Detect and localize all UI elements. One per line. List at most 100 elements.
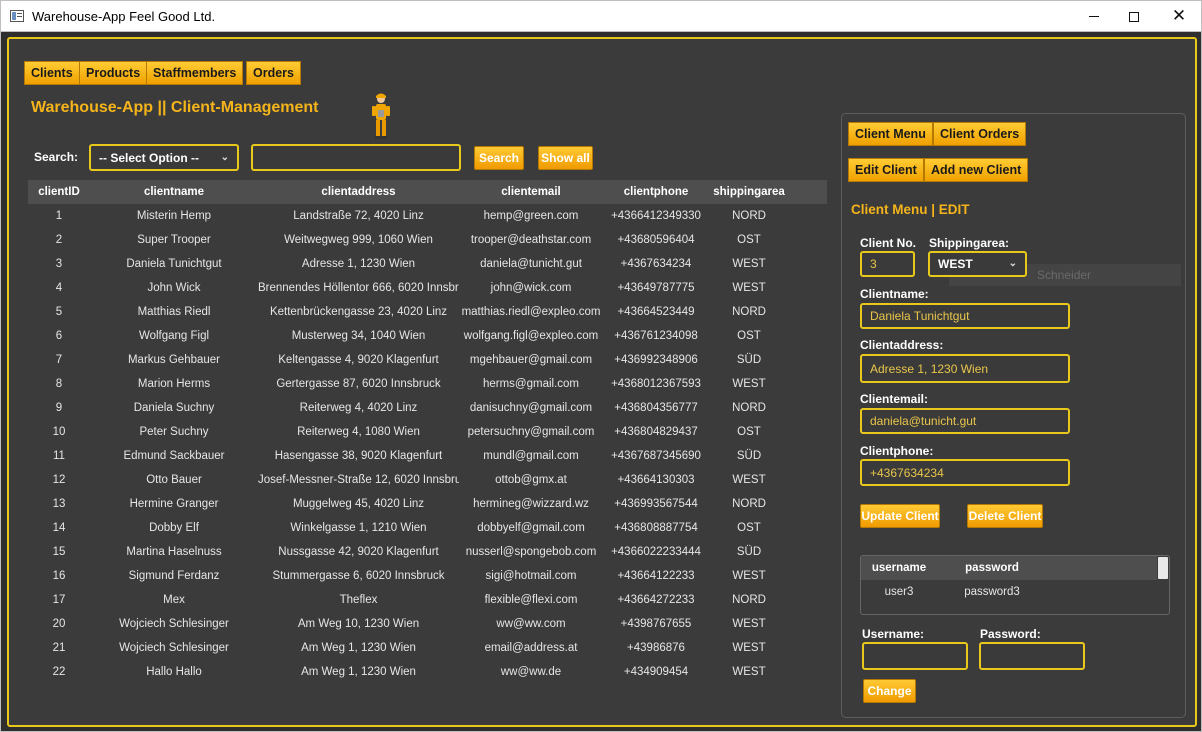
client-name-cell: Mex — [163, 594, 185, 606]
table-row[interactable]: 22 Hallo Hallo Am Weg 1, 1230 Wien ww@ww.de… — [28, 660, 827, 684]
tab-staffmembers[interactable]: Staffmembers — [146, 61, 244, 85]
client-id-cell: 7 — [55, 354, 63, 366]
search-input[interactable] — [251, 144, 461, 171]
clients-table[interactable]: clientID clientname clientaddress client… — [28, 180, 827, 721]
client-name-cell: John Wick — [147, 282, 201, 294]
client-address-cell: Landstraße 72, 4020 Linz — [293, 210, 424, 222]
client-phone-cell: +4368012367593 — [611, 378, 701, 390]
client-address-cell: Nussgasse 42, 9020 Klagenfurt — [278, 546, 439, 558]
client-name-cell: Super Trooper — [137, 234, 211, 246]
client-name-cell: Daniela Suchny — [133, 402, 215, 414]
shipping-area-cell: WEST — [732, 570, 766, 582]
client-phone-cell: +436761234098 — [614, 330, 698, 342]
column-header[interactable]: username — [861, 556, 937, 580]
client-address-cell: Josef-Messner-Straße 12, 6020 Innsbruck — [258, 474, 459, 486]
password-input[interactable] — [979, 642, 1085, 670]
delete-client-button[interactable]: Delete Client — [967, 504, 1043, 528]
table-row[interactable]: 2 Super Trooper Weitwegweg 999, 1060 Wien t… — [28, 228, 827, 252]
search-label: Search: — [34, 150, 79, 164]
table-row[interactable]: 3 Daniela Tunichtgut Adresse 1, 1230 Wien d… — [28, 252, 827, 276]
client-email-cell: ottob@gmx.at — [495, 474, 567, 486]
search-field-select[interactable]: -- Select Option -- ⌄ — [89, 144, 239, 171]
password-cell: password3 — [964, 586, 1020, 598]
tab-products[interactable]: Products — [79, 61, 148, 85]
clientphone-field[interactable]: +4367634234 — [860, 459, 1070, 486]
table-row[interactable]: 8 Marion Herms Gertergasse 87, 6020 Innsbr… — [28, 372, 827, 396]
table-row[interactable]: 10 Peter Suchny Reiterweg 4, 1080 Wien pete… — [28, 420, 827, 444]
shipping-area-cell: WEST — [732, 642, 766, 654]
client-id-cell: 1 — [55, 210, 63, 222]
tab-edit-client[interactable]: Edit Client — [848, 158, 924, 182]
update-client-button[interactable]: Update Client — [860, 504, 940, 528]
client-phone-cell: +43649787775 — [617, 282, 695, 294]
client-name-cell: Sigmund Ferdanz — [128, 570, 220, 582]
client-id-cell: 15 — [52, 546, 66, 558]
shipping-area-cell: WEST — [732, 282, 766, 294]
table-row[interactable]: 1 Misterin Hemp Landstraße 72, 4020 Linz he… — [28, 204, 827, 228]
column-header[interactable]: clientname — [90, 180, 258, 204]
shipping-area-cell: NORD — [732, 402, 766, 414]
table-row[interactable]: 17 Mex Theflex flexible@flexi.com +436642722… — [28, 588, 827, 612]
tab-add-new-client[interactable]: Add new Client — [924, 158, 1029, 182]
client-id-cell: 8 — [55, 378, 63, 390]
client-name-cell: Hermine Granger — [129, 498, 219, 510]
clientname-field[interactable]: Daniela Tunichtgut — [860, 303, 1070, 329]
column-header[interactable]: clientID — [28, 180, 90, 204]
password-label: Password: — [980, 627, 1041, 641]
client-phone-cell: +43664122233 — [617, 570, 695, 582]
clientemail-field[interactable]: daniela@tunicht.gut — [860, 408, 1070, 434]
shipping-area-cell: OST — [737, 330, 761, 342]
column-header[interactable]: clientemail — [459, 180, 603, 204]
client-id-cell: 10 — [52, 426, 66, 438]
table-row[interactable]: 9 Daniela Suchny Reiterweg 4, 4020 Linz dan… — [28, 396, 827, 420]
maximize-button[interactable] — [1111, 1, 1157, 32]
table-row[interactable]: 6 Wolfgang Figl Musterweg 34, 1040 Wien wol… — [28, 324, 827, 348]
shipping-area-cell: OST — [737, 522, 761, 534]
table-row[interactable]: user3 password3 — [861, 580, 1047, 604]
tab-orders[interactable]: Orders — [246, 61, 301, 85]
search-button[interactable]: Search — [474, 146, 524, 170]
table-body: 1 Misterin Hemp Landstraße 72, 4020 Linz he… — [28, 204, 827, 684]
table-row[interactable]: 21 Wojciech Schlesinger Am Weg 1, 1230 Wie… — [28, 636, 827, 660]
table-row[interactable]: 20 Wojciech Schlesinger Am Weg 10, 1230 Wi… — [28, 612, 827, 636]
table-row[interactable]: 16 Sigmund Ferdanz Stummergasse 6, 6020 In… — [28, 564, 827, 588]
table-row[interactable]: 13 Hermine Granger Muggelweg 45, 4020 Linz… — [28, 492, 827, 516]
shipping-area-cell: SÜD — [736, 354, 762, 366]
client-phone-cell: +43664523449 — [617, 306, 695, 318]
shipping-area-cell: SÜD — [736, 546, 762, 558]
tab-clients[interactable]: Clients — [24, 61, 80, 85]
column-header[interactable]: clientphone — [603, 180, 709, 204]
username-input[interactable] — [862, 642, 968, 670]
table-row[interactable]: 11 Edmund Sackbauer Hasengasse 38, 9020 Kl… — [28, 444, 827, 468]
column-header[interactable]: password — [937, 556, 1047, 580]
column-header[interactable]: clientaddress — [258, 180, 459, 204]
client-no-field[interactable]: 3 — [860, 251, 915, 277]
table-row[interactable]: 12 Otto Bauer Josef-Messner-Straße 12, 602… — [28, 468, 827, 492]
column-header[interactable]: shippingarea — [709, 180, 789, 204]
table-row[interactable]: 7 Markus Gehbauer Keltengasse 4, 9020 Klag… — [28, 348, 827, 372]
client-phone-cell: +4366022233444 — [611, 546, 701, 558]
table-row[interactable]: 5 Matthias Riedl Kettenbrückengasse 23, 40… — [28, 300, 827, 324]
table-row[interactable]: 4 John Wick Brennendes Höllentor 666, 6020… — [28, 276, 827, 300]
client-address-cell: Muggelweg 45, 4020 Linz — [292, 498, 425, 510]
table-row[interactable]: 14 Dobby Elf Winkelgasse 1, 1210 Wien dobby… — [28, 516, 827, 540]
client-name-cell: Matthias Riedl — [137, 306, 211, 318]
shippingarea-select[interactable]: WEST ⌄ — [928, 251, 1027, 277]
client-email-cell: ww@ww.de — [500, 666, 562, 678]
chevron-down-icon: ⌄ — [1008, 257, 1017, 269]
client-email-cell: sigi@hotmail.com — [485, 570, 577, 582]
client-name-cell: Misterin Hemp — [136, 210, 212, 222]
scrollbar[interactable] — [1158, 557, 1168, 579]
client-no-label: Client No. — [860, 236, 916, 250]
tab-client-menu[interactable]: Client Menu — [848, 122, 933, 146]
client-email-cell: herms@gmail.com — [482, 378, 580, 390]
page-title: Warehouse-App || Client-Management — [31, 99, 319, 116]
change-button[interactable]: Change — [863, 679, 916, 703]
shippingarea-value: WEST — [938, 257, 973, 271]
close-button[interactable]: ✕ — [1156, 1, 1202, 32]
user-table[interactable]: username password user3 password3 — [860, 555, 1170, 615]
tab-client-orders[interactable]: Client Orders — [933, 122, 1027, 146]
show-all-button[interactable]: Show all — [538, 146, 593, 170]
table-row[interactable]: 15 Martina Haselnuss Nussgasse 42, 9020 Kl… — [28, 540, 827, 564]
clientaddress-field[interactable]: Adresse 1, 1230 Wien — [860, 354, 1070, 383]
